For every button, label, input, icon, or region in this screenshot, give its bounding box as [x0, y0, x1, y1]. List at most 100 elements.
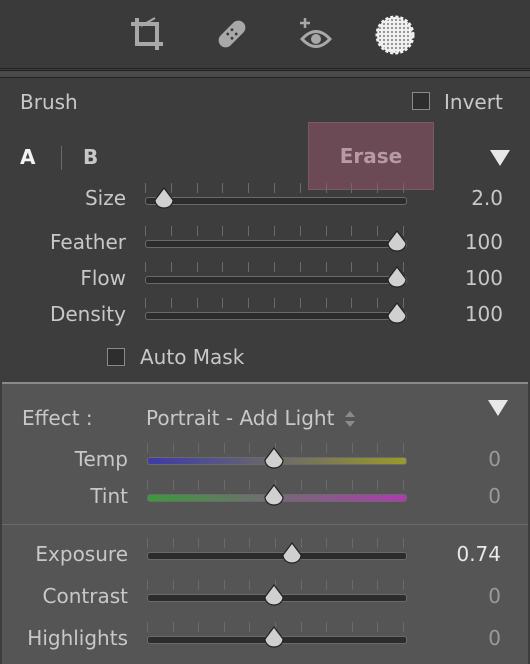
- slider-tick: [172, 443, 174, 453]
- slider-tick: [377, 580, 379, 590]
- slider-tick: [145, 183, 146, 193]
- slider-tick: [274, 262, 275, 272]
- slider-tick: [170, 226, 172, 236]
- auto-mask-checkbox[interactable]: [107, 348, 125, 366]
- slider-tick: [198, 580, 200, 590]
- effect-collapse-triangle-icon[interactable]: [488, 400, 508, 420]
- flow-label: Flow: [80, 266, 126, 290]
- slider-tick: [275, 538, 276, 548]
- slider-tick: [196, 183, 198, 193]
- slider-tick: [198, 622, 200, 632]
- flow-value[interactable]: 100: [423, 267, 503, 289]
- slider-tick: [351, 226, 353, 236]
- slider-tick: [172, 622, 174, 632]
- slider-tick: [196, 298, 198, 308]
- slider-tick: [248, 183, 250, 193]
- temp-value[interactable]: 0: [421, 448, 501, 470]
- slider-tick: [403, 183, 404, 193]
- slider-ticks: [145, 226, 405, 236]
- slider-tick: [248, 298, 250, 308]
- feather-value[interactable]: 100: [423, 231, 503, 253]
- slider-tick: [403, 480, 404, 490]
- exposure-label: Exposure: [35, 542, 128, 566]
- slider-tick: [172, 538, 174, 548]
- slider-tick: [377, 443, 379, 453]
- tool-strip: [0, 0, 530, 69]
- effect-preset-select[interactable]: Portrait - Add Light: [146, 407, 334, 429]
- slider-tick: [351, 443, 353, 453]
- healing-brush-icon[interactable]: [212, 14, 252, 54]
- slider-tick: [172, 480, 174, 490]
- slider-tick: [274, 298, 275, 308]
- slider-tick: [198, 538, 200, 548]
- invert-label[interactable]: Invert: [444, 91, 503, 113]
- slider-tick: [403, 443, 404, 453]
- slider-tick: [351, 183, 353, 193]
- size-value[interactable]: 2.0: [423, 187, 503, 209]
- tint-label: Tint: [90, 484, 128, 508]
- exposure-slider[interactable]: [147, 552, 407, 560]
- slider-tick: [198, 443, 200, 453]
- slider-tick: [147, 580, 148, 590]
- brush-tab-a[interactable]: A: [20, 146, 35, 168]
- highlights-value[interactable]: 0: [421, 627, 501, 649]
- flow-slider[interactable]: [145, 276, 407, 284]
- density-value[interactable]: 100: [423, 303, 503, 325]
- erase-button[interactable]: Erase: [308, 122, 434, 190]
- contrast-value[interactable]: 0: [421, 585, 501, 607]
- panel-divider: [0, 70, 530, 78]
- slider-tick: [147, 480, 148, 490]
- brush-tab-b[interactable]: B: [83, 146, 98, 168]
- density-slider[interactable]: [145, 312, 407, 320]
- slider-tick: [377, 183, 379, 193]
- size-label: Size: [84, 186, 126, 210]
- effect-divider: [2, 524, 528, 525]
- tab-separator: [61, 146, 62, 170]
- erase-label: Erase: [339, 144, 403, 168]
- slider-tick: [325, 298, 327, 308]
- slider-tick: [274, 226, 275, 236]
- slider-tick: [223, 480, 225, 490]
- slider-tick: [147, 443, 148, 453]
- slider-tick: [172, 580, 174, 590]
- slider-tick: [222, 262, 224, 272]
- effect-label: Effect :: [22, 406, 93, 430]
- feather-slider[interactable]: [145, 240, 407, 248]
- slider-tick: [377, 538, 379, 548]
- slider-ticks: [145, 262, 405, 272]
- feather-label: Feather: [49, 230, 126, 254]
- slider-tick: [300, 443, 302, 453]
- slider-tick: [274, 183, 275, 193]
- slider-tick: [223, 622, 225, 632]
- slider-tick: [377, 622, 379, 632]
- brush-collapse-triangle-icon[interactable]: [490, 150, 510, 170]
- invert-checkbox[interactable]: [412, 92, 430, 110]
- preset-stepper-icon[interactable]: [344, 409, 356, 433]
- slider-tick: [223, 443, 225, 453]
- slider-tick: [351, 538, 353, 548]
- red-eye-icon[interactable]: [296, 14, 336, 54]
- slider-tick: [326, 580, 328, 590]
- auto-mask-label[interactable]: Auto Mask: [140, 346, 244, 368]
- slider-tick: [325, 226, 327, 236]
- slider-tick: [147, 538, 148, 548]
- slider-tick: [325, 262, 327, 272]
- size-slider[interactable]: [145, 197, 407, 205]
- tint-value[interactable]: 0: [421, 485, 501, 507]
- slider-tick: [222, 226, 224, 236]
- slider-tick: [403, 622, 404, 632]
- slider-tick: [196, 226, 198, 236]
- slider-tick: [249, 443, 251, 453]
- crop-icon[interactable]: [127, 14, 167, 54]
- slider-tick: [377, 262, 379, 272]
- adjustment-brush-icon[interactable]: [374, 14, 415, 55]
- slider-tick: [223, 538, 225, 548]
- exposure-value[interactable]: 0.74: [421, 543, 501, 565]
- slider-tick: [300, 580, 302, 590]
- slider-ticks: [147, 538, 405, 548]
- slider-tick: [249, 622, 251, 632]
- slider-tick: [403, 538, 404, 548]
- slider-tick: [249, 580, 251, 590]
- slider-tick: [299, 262, 301, 272]
- brush-title: Brush: [20, 90, 78, 114]
